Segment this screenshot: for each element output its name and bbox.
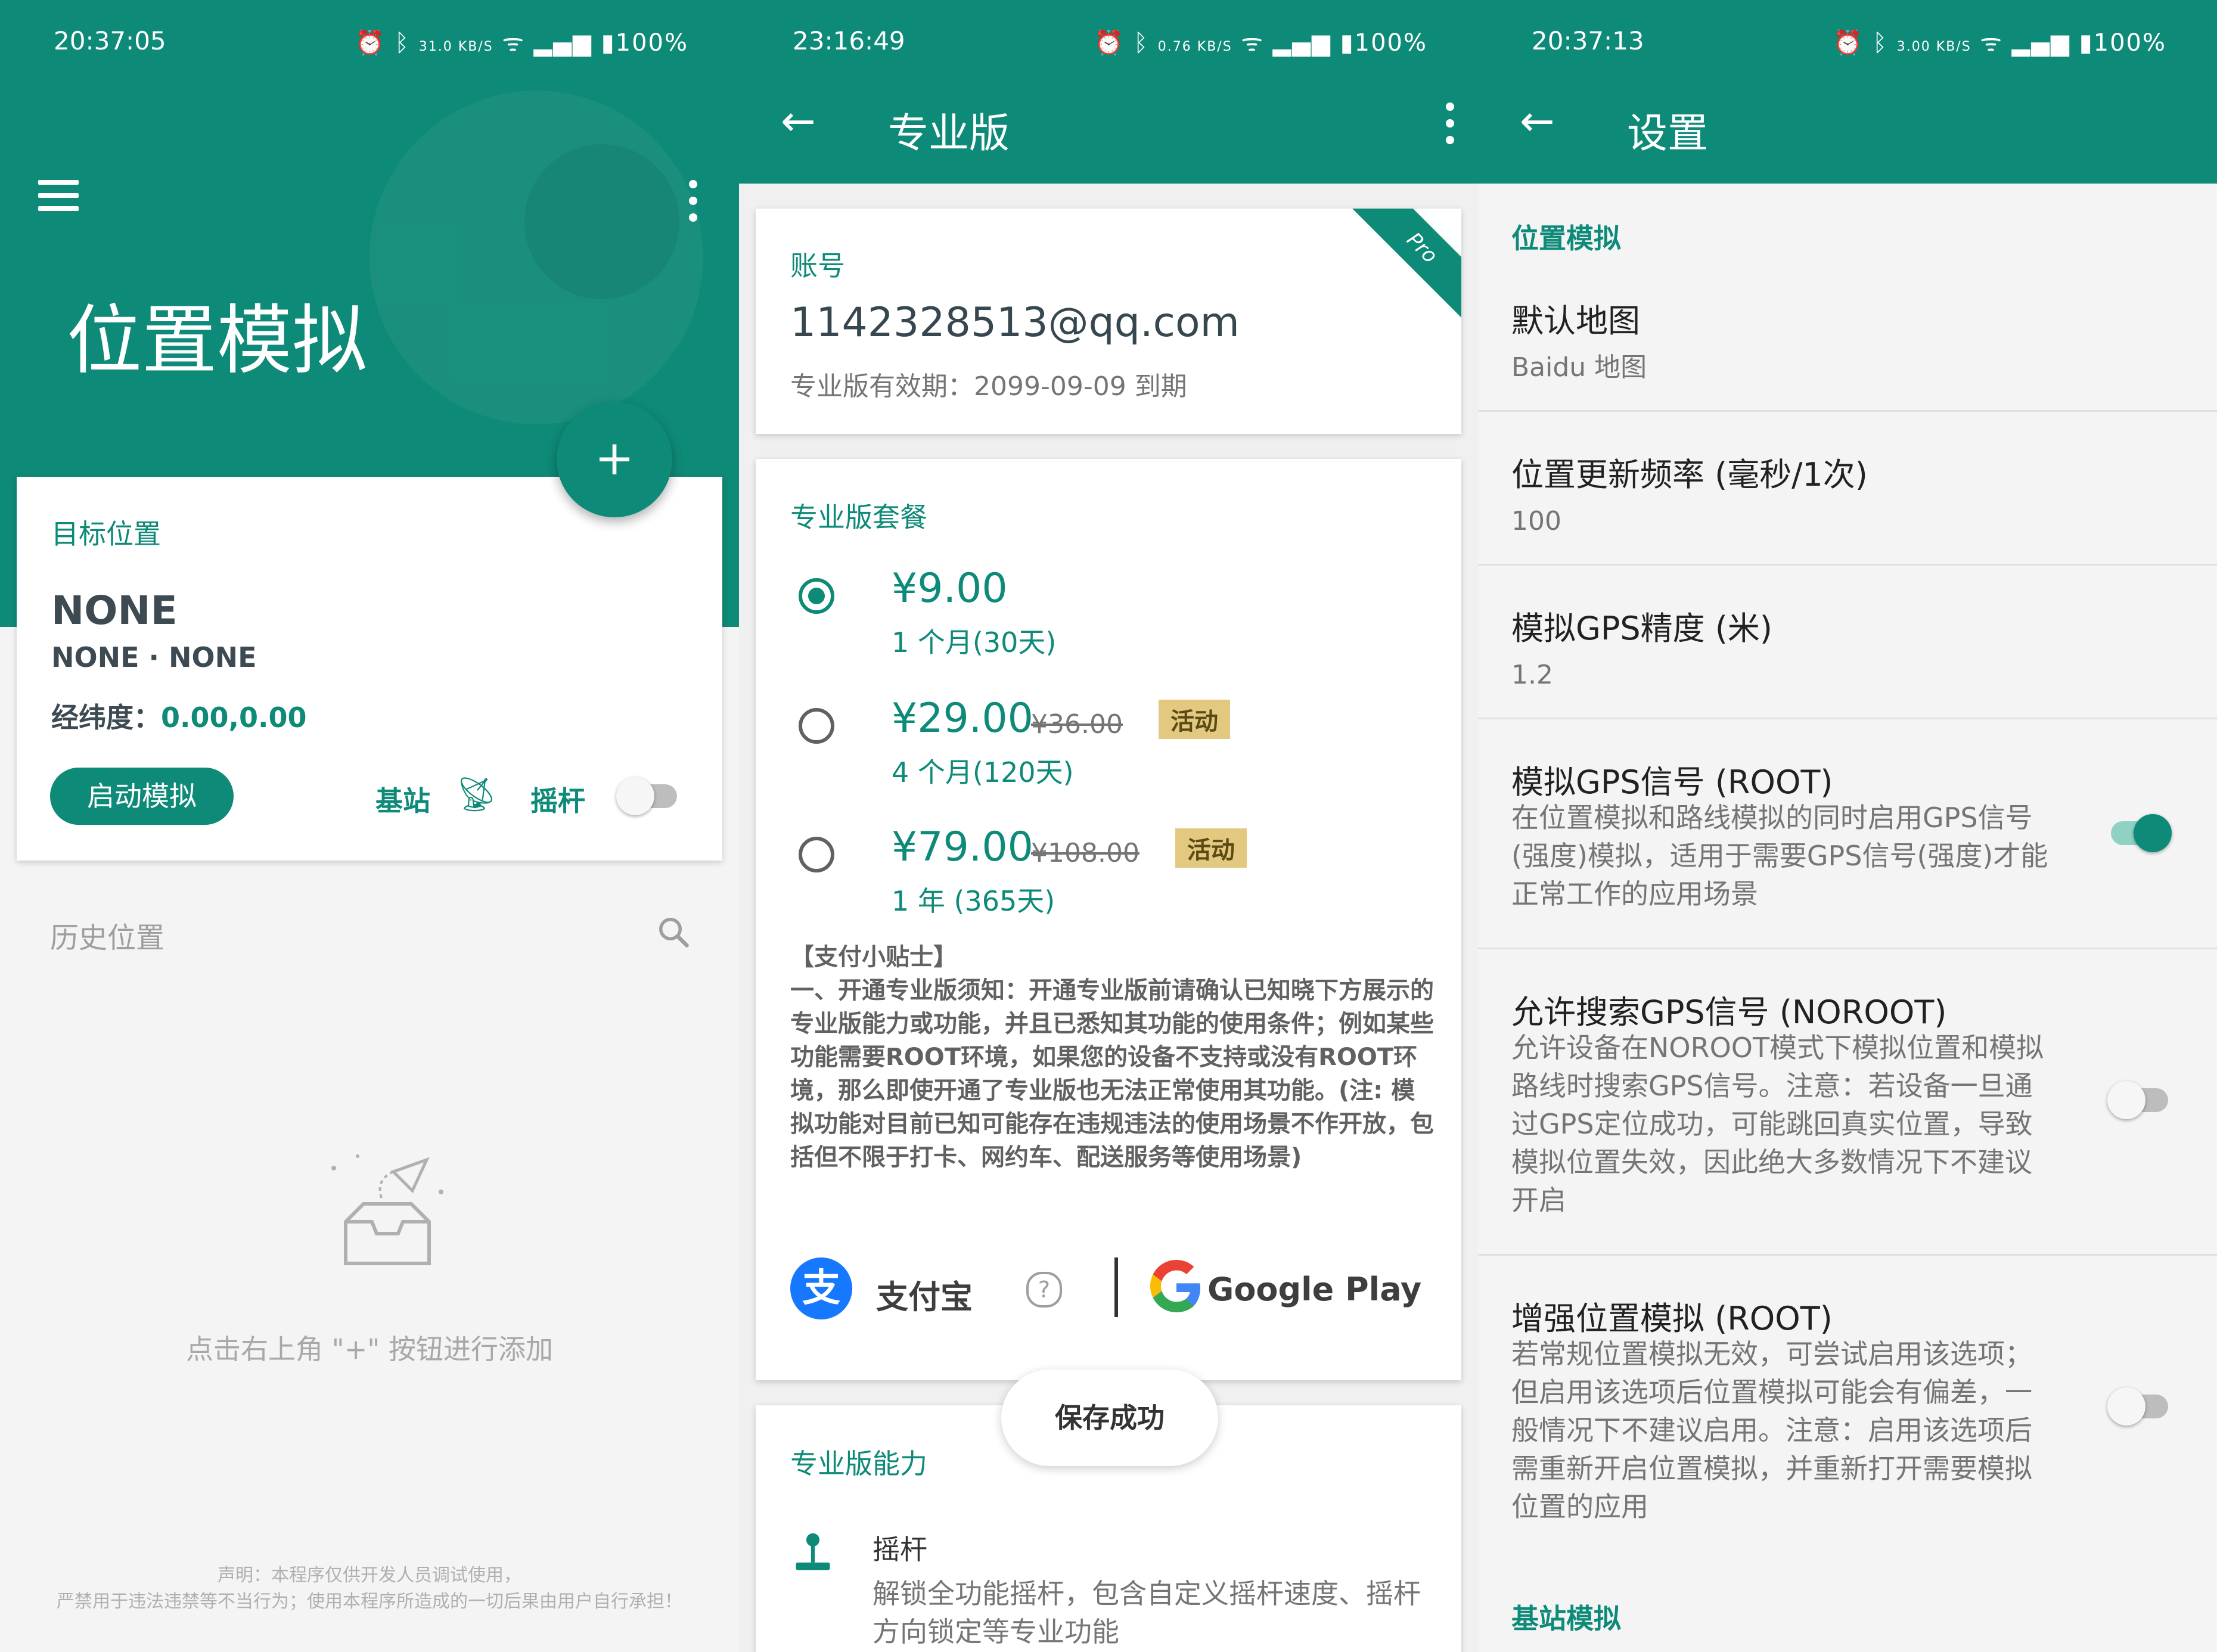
plan-duration: 4 个月(120天): [892, 756, 1074, 788]
status-icons: ⏰ ᛒ 0.76 KB/S ᯤ ▂▄▆ ▮100%: [1094, 29, 1427, 57]
toast-message: 保存成功: [1001, 1370, 1218, 1466]
plan-radio-2[interactable]: [799, 708, 834, 744]
setting-allow-gps-search[interactable]: 允许搜索GPS信号 (NOROOT): [1511, 986, 2185, 1033]
empty-inbox-icon: [322, 1150, 453, 1290]
coord-value: 0.00,0.00: [161, 701, 307, 734]
plans-card: 专业版套餐 ¥9.00 1 个月(30天) ¥29.00 ¥36.00 活动 4…: [756, 459, 1461, 1380]
payment-tips: 【支付小贴士】 一、开通专业版须知：开通专业版前请确认已知晓下方展示的专业版能力…: [790, 943, 1434, 1171]
history-label: 历史位置: [50, 921, 165, 955]
pro-ribbon: Pro: [1347, 209, 1461, 322]
alipay-icon[interactable]: 支: [790, 1257, 852, 1319]
plan-duration: 1 个月(30天): [892, 626, 1057, 659]
coord-label: 经纬度：: [51, 701, 161, 734]
back-arrow-icon[interactable]: ←: [781, 97, 816, 145]
app-bar-title: 设置: [1627, 110, 1709, 157]
joystick-switch[interactable]: [616, 777, 677, 815]
status-icons: ⏰ ᛒ 3.00 KB/S ᯤ ▂▄▆ ▮100%: [1833, 29, 2166, 57]
gps-signal-switch[interactable]: [2111, 814, 2172, 852]
divider: [1478, 948, 2217, 949]
target-name: NONE: [51, 588, 178, 634]
promo-badge: 活动: [1159, 700, 1230, 739]
setting-desc: 允许设备在NOROOT模式下模拟位置和模拟路线时搜索GPS信号。注意：若设备一旦…: [1511, 1032, 2044, 1216]
disclaimer: 声明：本程序仅供开发人员调试使用， 严禁用于违法违禁等不当行为；使用本程序所造成…: [57, 1565, 682, 1612]
plan-price: ¥79.00: [892, 824, 1033, 871]
google-play-button[interactable]: Google Play: [1207, 1271, 1421, 1308]
status-icons: ⏰ ᛒ 31.0 KB/S ᯤ ▂▄▆ ▮100%: [355, 29, 688, 57]
settings-screen: 20:37:13 ⏰ ᛒ 3.00 KB/S ᯤ ▂▄▆ ▮100% ← 设置 …: [1478, 0, 2217, 1652]
enhanced-switch[interactable]: [2107, 1387, 2168, 1426]
capability-desc: 解锁全功能摇杆，包含自定义摇杆速度、摇杆方向锁定等专业功能: [872, 1578, 1421, 1648]
pro-screen: 23:16:49 ⏰ ᛒ 0.76 KB/S ᯤ ▂▄▆ ▮100% ← 专业版…: [739, 0, 1478, 1652]
google-icon[interactable]: [1148, 1259, 1205, 1318]
account-label: 账号: [790, 250, 845, 282]
target-label: 目标位置: [51, 518, 161, 550]
antenna-icon[interactable]: 📡︎: [455, 775, 498, 814]
plan-old-price: ¥36.00: [1031, 709, 1123, 740]
status-time: 20:37:05: [54, 26, 166, 55]
setting-enhanced-simulation[interactable]: 增强位置模拟 (ROOT): [1511, 1292, 2185, 1339]
status-time: 20:37:13: [1532, 26, 1644, 55]
coordinates: 经纬度：0.00,0.00: [51, 696, 306, 735]
payment-methods: 支 支付宝 ? Google Play: [790, 1252, 1434, 1323]
joystick-label: 摇杆: [530, 785, 585, 817]
account-email: 1142328513@qq.com: [790, 299, 1240, 346]
app-bar: ← 设置: [1478, 67, 2217, 184]
gps-search-switch[interactable]: [2107, 1081, 2168, 1119]
setting-desc: 若常规位置模拟无效，可尝试启用该选项；但启用该选项后位置模拟可能会有偏差，一般情…: [1511, 1338, 2032, 1523]
more-icon[interactable]: [1446, 103, 1454, 153]
status-time: 23:16:49: [793, 26, 905, 55]
status-bar: 20:37:13 ⏰ ᛒ 3.00 KB/S ᯤ ▂▄▆ ▮100%: [1478, 0, 2217, 67]
status-bar: 20:37:05 ⏰ ᛒ 31.0 KB/S ᯤ ▂▄▆ ▮100%: [0, 0, 739, 67]
target-location-card: 目标位置 NONE NONE · NONE 经纬度：0.00,0.00 启动模拟…: [17, 477, 722, 861]
setting-gps-accuracy[interactable]: 模拟GPS精度 (米) 1.2: [1511, 602, 2185, 694]
divider: [1478, 564, 2217, 566]
menu-icon[interactable]: [38, 180, 79, 219]
section-header: 位置模拟: [1511, 222, 1621, 254]
empty-hint: 点击右上角 "+" 按钮进行添加: [185, 1333, 554, 1365]
promo-badge: 活动: [1175, 828, 1247, 868]
home-screen: 20:37:05 ⏰ ᛒ 31.0 KB/S ᯤ ▂▄▆ ▮100% 位置模拟 …: [0, 0, 739, 1652]
plan-price: ¥9.00: [892, 565, 1008, 612]
more-icon[interactable]: [689, 180, 697, 230]
plan-radio-1[interactable]: [799, 578, 834, 614]
joystick-icon: [790, 1530, 836, 1578]
plan-price: ¥29.00: [892, 695, 1033, 742]
divider: [1478, 718, 2217, 719]
app-bar: ← 专业版: [739, 67, 1478, 184]
target-subtitle: NONE · NONE: [51, 641, 257, 673]
base-station-label[interactable]: 基站: [375, 780, 430, 819]
alipay-button[interactable]: 支付宝: [876, 1271, 973, 1318]
setting-gps-signal[interactable]: 模拟GPS信号 (ROOT): [1511, 756, 2185, 803]
divider: [1114, 1257, 1118, 1317]
divider: [1478, 1254, 2217, 1256]
back-arrow-icon[interactable]: ←: [1520, 97, 1555, 145]
account-card: Pro 账号 1142328513@qq.com 专业版有效期：2099-09-…: [756, 209, 1461, 434]
plan-duration: 1 年 (365天): [892, 885, 1055, 917]
start-simulation-button[interactable]: 启动模拟: [50, 768, 234, 825]
search-icon[interactable]: [656, 914, 691, 952]
hero-decoration-pin: [524, 144, 679, 299]
setting-desc: 在位置模拟和路线模拟的同时启用GPS信号(强度)模拟，适用于需要GPS信号(强度…: [1511, 802, 2048, 910]
section-header: 基站模拟: [1511, 1603, 1621, 1635]
setting-update-frequency[interactable]: 位置更新频率 (毫秒/1次) 100: [1511, 448, 2185, 541]
setting-default-map[interactable]: 默认地图 Baidu 地图: [1511, 294, 2185, 387]
plan-radio-3[interactable]: [799, 837, 834, 872]
account-expiry: 专业版有效期：2099-09-09 到期: [790, 371, 1187, 402]
capability-title: 摇杆: [872, 1533, 927, 1566]
help-icon[interactable]: ?: [1026, 1272, 1062, 1308]
capabilities-header: 专业版能力: [790, 1448, 927, 1480]
plan-old-price: ¥108.00: [1031, 838, 1139, 868]
status-bar: 23:16:49 ⏰ ᛒ 0.76 KB/S ᯤ ▂▄▆ ▮100%: [739, 0, 1478, 67]
plans-header: 专业版套餐: [790, 501, 927, 533]
page-title: 位置模拟: [67, 297, 367, 384]
divider: [1478, 410, 2217, 412]
app-bar-title: 专业版: [888, 110, 1010, 157]
add-location-fab[interactable]: +: [557, 402, 672, 517]
